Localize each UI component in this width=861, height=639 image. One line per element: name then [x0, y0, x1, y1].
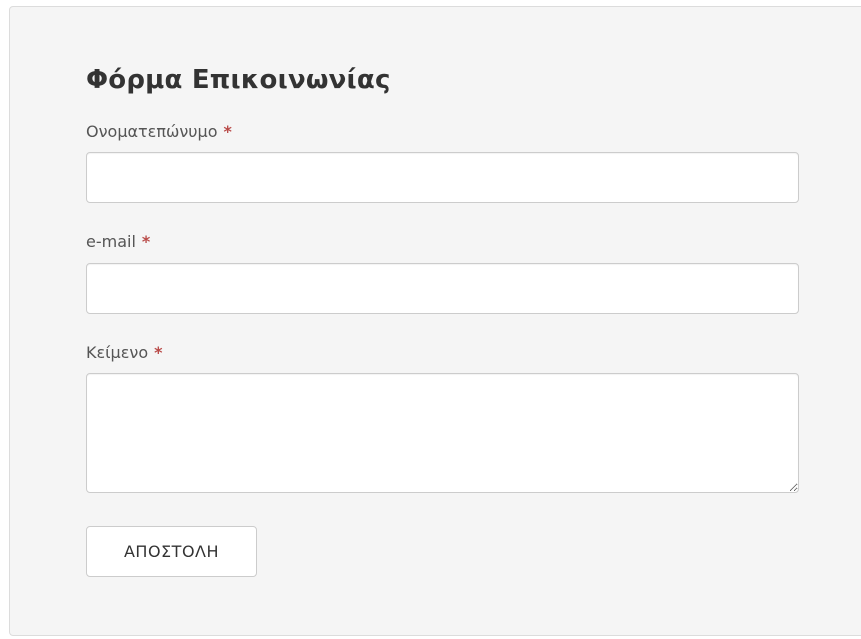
required-asterisk: *: [223, 122, 232, 141]
full-name-input[interactable]: [86, 152, 799, 203]
submit-button[interactable]: ΑΠΟΣΤΟΛΗ: [86, 526, 257, 577]
email-input[interactable]: [86, 263, 799, 314]
message-label: Κείμενο *: [86, 343, 162, 362]
required-asterisk: *: [154, 343, 163, 362]
message-label-text: Κείμενο: [86, 343, 149, 362]
email-label: e-mail *: [86, 232, 150, 251]
message-textarea[interactable]: [86, 373, 799, 493]
email-label-text: e-mail: [86, 232, 136, 251]
required-asterisk: *: [141, 232, 151, 251]
form-title: Φόρμα Επικοινωνίας: [86, 65, 391, 95]
contact-form-panel: Φόρμα Επικοινωνίας Ονοματεπώνυμο * e-mail…: [9, 6, 861, 636]
full-name-label-text: Ονοματεπώνυμο: [86, 122, 218, 141]
full-name-label: Ονοματεπώνυμο *: [86, 122, 232, 141]
